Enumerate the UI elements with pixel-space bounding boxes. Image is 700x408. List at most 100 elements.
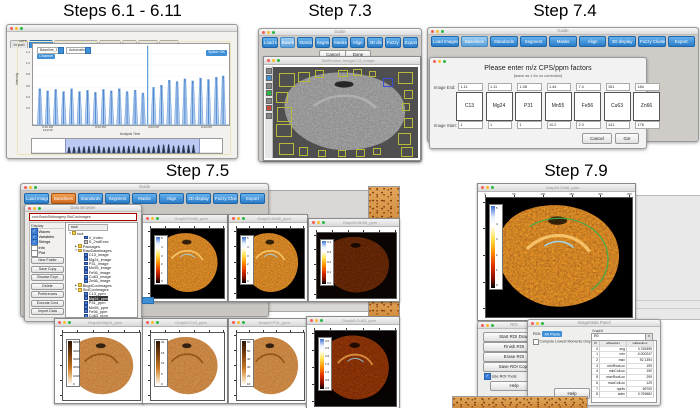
standard-roi-box[interactable] [353, 69, 362, 76]
preferences-button[interactable]: Preferences [31, 291, 64, 298]
brain-image[interactable]: 3.02.52.01.51.00.50.0 [314, 330, 397, 407]
toolbar-button-fuzzy-cluster[interactable]: Fuzzy Cluster [638, 36, 666, 47]
minimize-icon[interactable] [29, 186, 32, 189]
small-blue-chip[interactable] [142, 297, 154, 304]
image-end-input-zn66[interactable]: 184 [635, 83, 660, 91]
tool-icon[interactable] [266, 90, 272, 96]
display-option-plot[interactable]: Plot [31, 251, 64, 256]
image-window-titlebar[interactable]: Graph0:Mg24_ppm [55, 319, 143, 327]
toolbar-button-align[interactable]: Align [579, 36, 607, 47]
toolbar-button-load-images[interactable]: Load Images [24, 193, 49, 204]
toolbar-button-fuzzy-cluster[interactable]: Fuzzy Cluster [385, 37, 401, 48]
minimize-icon[interactable] [15, 27, 18, 30]
toolbar-button-segment[interactable]: Segment [520, 36, 548, 47]
standard-roi-box[interactable] [338, 70, 347, 77]
minimize-icon[interactable] [63, 321, 66, 324]
tool-icon[interactable] [266, 68, 272, 74]
guide-75-titlebar[interactable]: Guide [21, 184, 268, 191]
brain-image[interactable]: 543210 [150, 228, 225, 299]
drawing-tool-palette[interactable] [265, 66, 273, 158]
toolbar-button-segment[interactable]: Segment [105, 193, 130, 204]
standard-roi-box[interactable] [299, 147, 308, 156]
image-window-titlebar[interactable]: Graph0:Mn55_ppm [309, 219, 399, 227]
guide-73-titlebar[interactable]: Guide [259, 29, 421, 36]
toolbar-button-masks[interactable]: Masks [132, 193, 157, 204]
image-start-input-c13[interactable]: 1 [458, 121, 483, 129]
brain-image[interactable]: 0.40.30.20.10.0 [316, 232, 397, 299]
standard-roi-box[interactable] [298, 72, 310, 82]
standard-roi-box[interactable] [277, 107, 292, 122]
delete-button[interactable]: Delete [31, 283, 64, 290]
close-icon[interactable] [262, 31, 265, 34]
image-start-input-mg24[interactable]: 1 [488, 121, 513, 129]
standard-roi-box[interactable] [401, 147, 413, 157]
new-folder-button[interactable]: New Folder [31, 257, 64, 264]
standard-roi-box[interactable] [279, 143, 294, 155]
image-end-input-fe56[interactable]: 7.4 [576, 83, 601, 91]
toolbar-button-fuzzy-cluster[interactable]: Fuzzy Cluster [213, 193, 238, 204]
close-icon[interactable] [310, 319, 313, 322]
toolbar-button-segment[interactable]: Segment [315, 37, 331, 48]
current-data-folder-field[interactable]: root:BrainStdImagery:StdConImages [29, 213, 137, 221]
toolbar-button-masks[interactable]: Masks [549, 36, 577, 47]
stdreview-titlebar[interactable]: StdReview: ImageC13_image [264, 57, 420, 65]
toolbar-button-standards[interactable]: Standards [297, 37, 313, 48]
close-icon[interactable] [531, 322, 534, 325]
tool-icon[interactable] [266, 98, 272, 104]
minimize-icon[interactable] [151, 217, 154, 220]
guide-74-titlebar[interactable]: Guide [428, 28, 698, 35]
brain-image[interactable]: 500040003000200010000 [62, 332, 141, 401]
close-icon[interactable] [232, 217, 235, 220]
standard-roi-box[interactable] [398, 72, 413, 85]
close-icon[interactable] [431, 30, 434, 33]
zoom-icon[interactable] [441, 30, 444, 33]
brain-image[interactable]: 543210 [485, 197, 633, 318]
mode-select-arrow-icon[interactable] [85, 47, 91, 54]
cancel-button[interactable]: Cancel [582, 133, 612, 144]
minimize-icon[interactable] [536, 322, 539, 325]
standard-roi-box[interactable] [402, 103, 410, 110]
zoom-icon[interactable] [491, 324, 494, 327]
minimize-icon[interactable] [486, 324, 489, 327]
overview-strip[interactable] [31, 138, 223, 154]
minimize-icon[interactable] [436, 30, 439, 33]
tool-icon[interactable] [266, 83, 272, 89]
stats-table[interactable]: PtwResults.lwResults.d0avg0.7653951min-0… [591, 340, 657, 403]
standard-roi-box[interactable] [404, 118, 413, 128]
grayscale-brain-image[interactable] [273, 67, 418, 158]
image-end-input-mg24[interactable]: 1.11 [488, 83, 513, 91]
image-start-input-cu63[interactable]: 141 [606, 121, 631, 129]
data-browser-titlebar[interactable]: Data Browser [25, 205, 141, 212]
close-icon[interactable] [24, 186, 27, 189]
toolbar-button-3d-display[interactable]: 3D display [186, 193, 211, 204]
minimize-icon[interactable] [151, 321, 154, 324]
standard-roi-box[interactable] [318, 150, 326, 157]
image-end-input-cu63[interactable]: 151 [606, 83, 631, 91]
channel-chip[interactable]: Channel [37, 54, 55, 60]
brain-image[interactable]: 20151050 [150, 332, 225, 401]
minimize-icon[interactable] [237, 217, 240, 220]
toolbar-button-export[interactable]: Export [403, 37, 419, 48]
minimize-icon[interactable] [272, 59, 275, 62]
iolite-titlebar[interactable] [7, 25, 237, 32]
close-icon[interactable] [10, 27, 13, 30]
browse-expt-button[interactable]: Browse Expt [31, 274, 64, 281]
zoom-icon[interactable] [541, 322, 544, 325]
toolbar-button-export[interactable]: Export [668, 36, 696, 47]
toolbar-button-masks[interactable]: Masks [332, 37, 348, 48]
image-start-input-zn66[interactable]: 176 [635, 121, 660, 129]
minimize-icon[interactable] [237, 321, 240, 324]
standard-roi-box[interactable] [338, 150, 346, 157]
toolbar-button-align[interactable]: Align [350, 37, 366, 48]
close-icon[interactable] [58, 321, 61, 324]
minimize-icon[interactable] [315, 319, 318, 322]
standard-roi-box[interactable] [279, 73, 296, 87]
splice-chip[interactable]: Splice OK [206, 50, 227, 56]
toolbar-button-baselines[interactable]: Baselines [461, 36, 489, 47]
image-window-titlebar[interactable]: Graph0:Cu63_ppm [307, 317, 399, 325]
image-window-titlebar[interactable]: Graph0:Zn66_ppm [229, 215, 307, 223]
close-icon[interactable] [146, 217, 149, 220]
toolbar-button-3d-display[interactable]: 3D display [608, 36, 636, 47]
image-end-input-p31[interactable]: 1.08 [517, 83, 542, 91]
standard-roi-box[interactable] [404, 90, 413, 99]
